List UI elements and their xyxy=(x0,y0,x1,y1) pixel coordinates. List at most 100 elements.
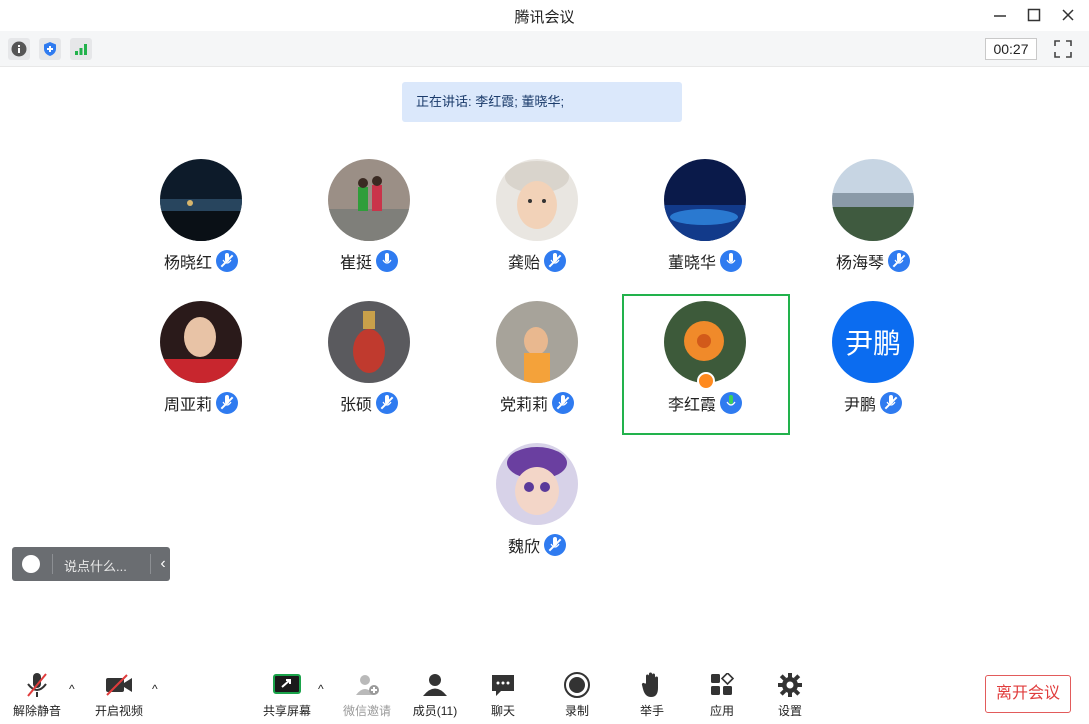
unmute-button[interactable]: 解除静音 xyxy=(12,670,62,720)
leave-meeting-button[interactable]: 离开会议 xyxy=(985,675,1071,713)
settings-label: 设置 xyxy=(777,704,802,718)
apps-button[interactable]: 应用 xyxy=(697,670,747,720)
mic-muted-icon xyxy=(880,392,902,414)
avatar: 尹鹏 xyxy=(832,301,914,383)
record-button[interactable]: 录制 xyxy=(552,670,602,720)
avatar xyxy=(328,301,410,383)
participant-name: 龚贻 xyxy=(507,255,540,272)
avatar xyxy=(496,443,578,525)
chevron-left-icon[interactable]: ‹ xyxy=(156,554,170,574)
window-title: 腾讯会议 xyxy=(514,9,575,26)
apps-icon xyxy=(711,673,734,695)
chevron-up-icon[interactable]: ^ xyxy=(69,682,81,696)
participant-tile[interactable]: 杨海琴 xyxy=(808,159,938,289)
participant-name: 周亚莉 xyxy=(163,397,212,414)
shield-icon xyxy=(44,42,56,56)
participant-name: 杨晓红 xyxy=(163,255,212,272)
mic-off-icon xyxy=(27,673,47,697)
chat-icon xyxy=(492,675,514,696)
close-icon xyxy=(1062,9,1074,21)
network-status-button[interactable] xyxy=(70,38,92,60)
unmute-label: 解除静音 xyxy=(12,704,61,718)
participant-tile[interactable]: 龚贻 xyxy=(472,159,602,289)
participant-name: 杨海琴 xyxy=(835,255,884,272)
participant-tile[interactable]: 李红霞 xyxy=(640,301,770,431)
participant-name: 董晓华 xyxy=(667,255,716,272)
start-video-label: 开启视频 xyxy=(94,704,143,718)
avatar xyxy=(664,301,746,383)
info-button[interactable] xyxy=(8,38,30,60)
record-label: 录制 xyxy=(564,704,589,718)
members-button[interactable]: 成员(11) xyxy=(408,670,462,720)
participant-name: 张硕 xyxy=(339,397,372,414)
mic-speaking-icon xyxy=(720,392,742,414)
chat-input[interactable]: 说点什么... xyxy=(64,556,127,575)
avatar xyxy=(832,159,914,241)
close-button[interactable] xyxy=(1056,4,1080,26)
participant-tile[interactable]: 董晓华 xyxy=(640,159,770,289)
quick-chat-box[interactable]: 说点什么... ‹ xyxy=(12,547,170,581)
participant-name: 尹鹏 xyxy=(843,397,876,414)
mic-on-icon xyxy=(720,250,742,272)
fullscreen-button[interactable] xyxy=(1052,38,1074,60)
raise-hand-button[interactable]: 举手 xyxy=(627,670,677,720)
participant-tile[interactable]: 张硕 xyxy=(304,301,434,431)
wechat-invite-button[interactable]: 微信邀请 xyxy=(340,670,394,720)
divider xyxy=(150,554,151,574)
signal-icon xyxy=(75,44,87,55)
avatar xyxy=(328,159,410,241)
emoji-icon[interactable] xyxy=(22,555,40,573)
participant-name: 崔挺 xyxy=(339,255,372,272)
members-label: 成员(11) xyxy=(412,704,458,718)
avatar xyxy=(496,301,578,383)
settings-button[interactable]: 设置 xyxy=(765,670,815,720)
chat-label: 聊天 xyxy=(490,704,515,718)
minimize-button[interactable] xyxy=(988,4,1012,26)
participant-tile[interactable]: 魏欣 xyxy=(472,443,602,573)
avatar xyxy=(160,159,242,241)
meeting-info-bar: 00:27 xyxy=(0,31,1089,67)
raise-hand-label: 举手 xyxy=(639,704,664,718)
raise-hand-icon xyxy=(641,672,658,697)
participant-tile[interactable]: 崔挺 xyxy=(304,159,434,289)
info-icon xyxy=(11,41,27,57)
mic-muted-icon xyxy=(544,534,566,556)
members-icon xyxy=(423,674,447,696)
bottom-toolbar: 解除静音 ^ 开启视频 ^ 共享屏幕 ^ 微信邀请 成员(11) 聊天 录制 举… xyxy=(0,664,1089,724)
participant-name: 魏欣 xyxy=(507,539,540,556)
participant-tile[interactable]: 党莉莉 xyxy=(472,301,602,431)
mic-muted-icon xyxy=(544,250,566,272)
participant-name: 李红霞 xyxy=(667,397,716,414)
minimize-icon xyxy=(994,15,1006,17)
participant-name: 党莉莉 xyxy=(499,397,548,414)
mic-muted-icon xyxy=(888,250,910,272)
video-off-icon xyxy=(106,674,132,696)
apps-label: 应用 xyxy=(709,704,734,718)
avatar xyxy=(664,159,746,241)
chat-button[interactable]: 聊天 xyxy=(478,670,528,720)
gear-icon xyxy=(778,673,802,697)
title-bar: 腾讯会议 xyxy=(0,0,1089,31)
mic-muted-icon xyxy=(216,392,238,414)
wechat-invite-label: 微信邀请 xyxy=(342,704,391,718)
chevron-up-icon[interactable]: ^ xyxy=(318,682,330,696)
participant-tile[interactable]: 杨晓红 xyxy=(136,159,266,289)
avatar xyxy=(160,301,242,383)
chevron-up-icon[interactable]: ^ xyxy=(152,682,164,696)
mic-muted-icon xyxy=(552,392,574,414)
avatar xyxy=(496,159,578,241)
share-screen-label: 共享屏幕 xyxy=(262,704,311,718)
security-button[interactable] xyxy=(39,38,61,60)
host-icon xyxy=(697,372,715,390)
share-screen-icon xyxy=(273,674,301,694)
maximize-button[interactable] xyxy=(1022,4,1046,26)
maximize-icon xyxy=(1027,8,1041,22)
meeting-timer: 00:27 xyxy=(985,38,1037,60)
invite-icon xyxy=(356,675,379,695)
participant-tile[interactable]: 尹鹏 尹鹏 xyxy=(808,301,938,431)
mic-muted-icon xyxy=(376,392,398,414)
divider xyxy=(52,554,53,574)
start-video-button[interactable]: 开启视频 xyxy=(92,670,146,720)
participant-tile[interactable]: 周亚莉 xyxy=(136,301,266,431)
share-screen-button[interactable]: 共享屏幕 xyxy=(260,670,314,720)
